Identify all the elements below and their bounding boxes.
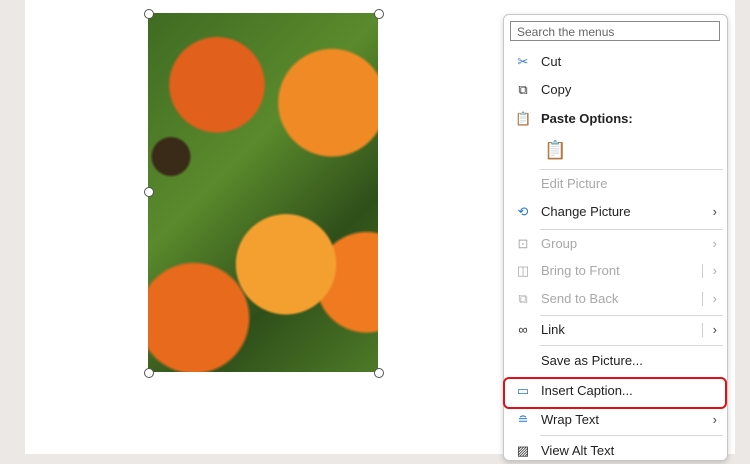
flower-picture[interactable] bbox=[148, 13, 378, 372]
divider bbox=[540, 435, 723, 436]
alt-text-icon: ▨ bbox=[516, 443, 530, 458]
label: Copy bbox=[541, 82, 572, 97]
highlight-box bbox=[503, 377, 727, 409]
change-picture-icon: ⟲ bbox=[517, 204, 529, 219]
label: Edit Picture bbox=[541, 176, 608, 191]
label: View Alt Text bbox=[541, 443, 615, 458]
menu-item-copy[interactable]: ⧉ Copy bbox=[504, 77, 727, 103]
chevron-right-icon: › bbox=[712, 204, 717, 219]
resize-handle[interactable] bbox=[144, 368, 154, 378]
menu-item-group: ⊡ Group › bbox=[504, 231, 727, 257]
label: Paste Options: bbox=[541, 111, 633, 126]
context-menu: Search the menus ✂ Cut ⧉ Copy 📋 Paste Optio… bbox=[503, 14, 728, 461]
label: Send to Back bbox=[541, 291, 619, 306]
copy-icon: ⧉ bbox=[518, 82, 528, 97]
label: Link bbox=[541, 322, 565, 337]
group-icon: ⊡ bbox=[517, 236, 529, 251]
paste-icon: 📋 bbox=[515, 111, 532, 126]
resize-handle[interactable] bbox=[374, 9, 384, 19]
menu-item-cut[interactable]: ✂ Cut bbox=[504, 49, 727, 75]
divider bbox=[540, 169, 723, 170]
link-icon: ∞ bbox=[518, 322, 528, 337]
label: Cut bbox=[541, 54, 562, 69]
paste-keep-source-button[interactable]: 📋 bbox=[540, 137, 566, 163]
menu-item-change-picture[interactable]: ⟲ Change Picture › bbox=[504, 199, 727, 225]
label: Save as Picture... bbox=[541, 353, 643, 368]
divider bbox=[540, 229, 723, 230]
menu-item-view-alt-text[interactable]: ▨ View Alt Text bbox=[504, 438, 727, 464]
bring-front-icon: ◫ bbox=[516, 263, 530, 278]
chevron-right-icon: › bbox=[712, 322, 717, 337]
resize-handle[interactable] bbox=[144, 9, 154, 19]
scissors-icon: ✂ bbox=[517, 54, 529, 69]
label: Wrap Text bbox=[541, 412, 600, 427]
divider bbox=[540, 345, 723, 346]
menu-item-wrap-text[interactable]: ≘ Wrap Text › bbox=[504, 407, 727, 433]
chevron-right-icon: › bbox=[712, 412, 717, 427]
menu-item-edit-picture: Edit Picture bbox=[504, 171, 727, 197]
send-back-icon: ⧉ bbox=[518, 291, 528, 306]
label: Group bbox=[541, 236, 578, 251]
menu-item-bring-to-front: ◫ Bring to Front › bbox=[504, 258, 727, 284]
paste-options-header: 📋 Paste Options: bbox=[504, 106, 727, 132]
search-menus-input[interactable]: Search the menus bbox=[510, 21, 720, 41]
menu-item-save-as-picture[interactable]: Save as Picture... bbox=[504, 348, 727, 374]
paste-icon: 📋 bbox=[544, 140, 567, 160]
chevron-right-icon: › bbox=[712, 291, 717, 306]
resize-handle[interactable] bbox=[144, 187, 154, 197]
wrap-text-icon: ≘ bbox=[517, 412, 529, 427]
chevron-right-icon: › bbox=[712, 236, 717, 251]
label: Change Picture bbox=[541, 204, 631, 219]
label: Bring to Front bbox=[541, 263, 620, 278]
chevron-right-icon: › bbox=[712, 263, 717, 278]
menu-item-link[interactable]: ∞ Link › bbox=[504, 317, 727, 343]
menu-item-send-to-back: ⧉ Send to Back › bbox=[504, 286, 727, 312]
resize-handle[interactable] bbox=[374, 368, 384, 378]
divider bbox=[540, 315, 723, 316]
